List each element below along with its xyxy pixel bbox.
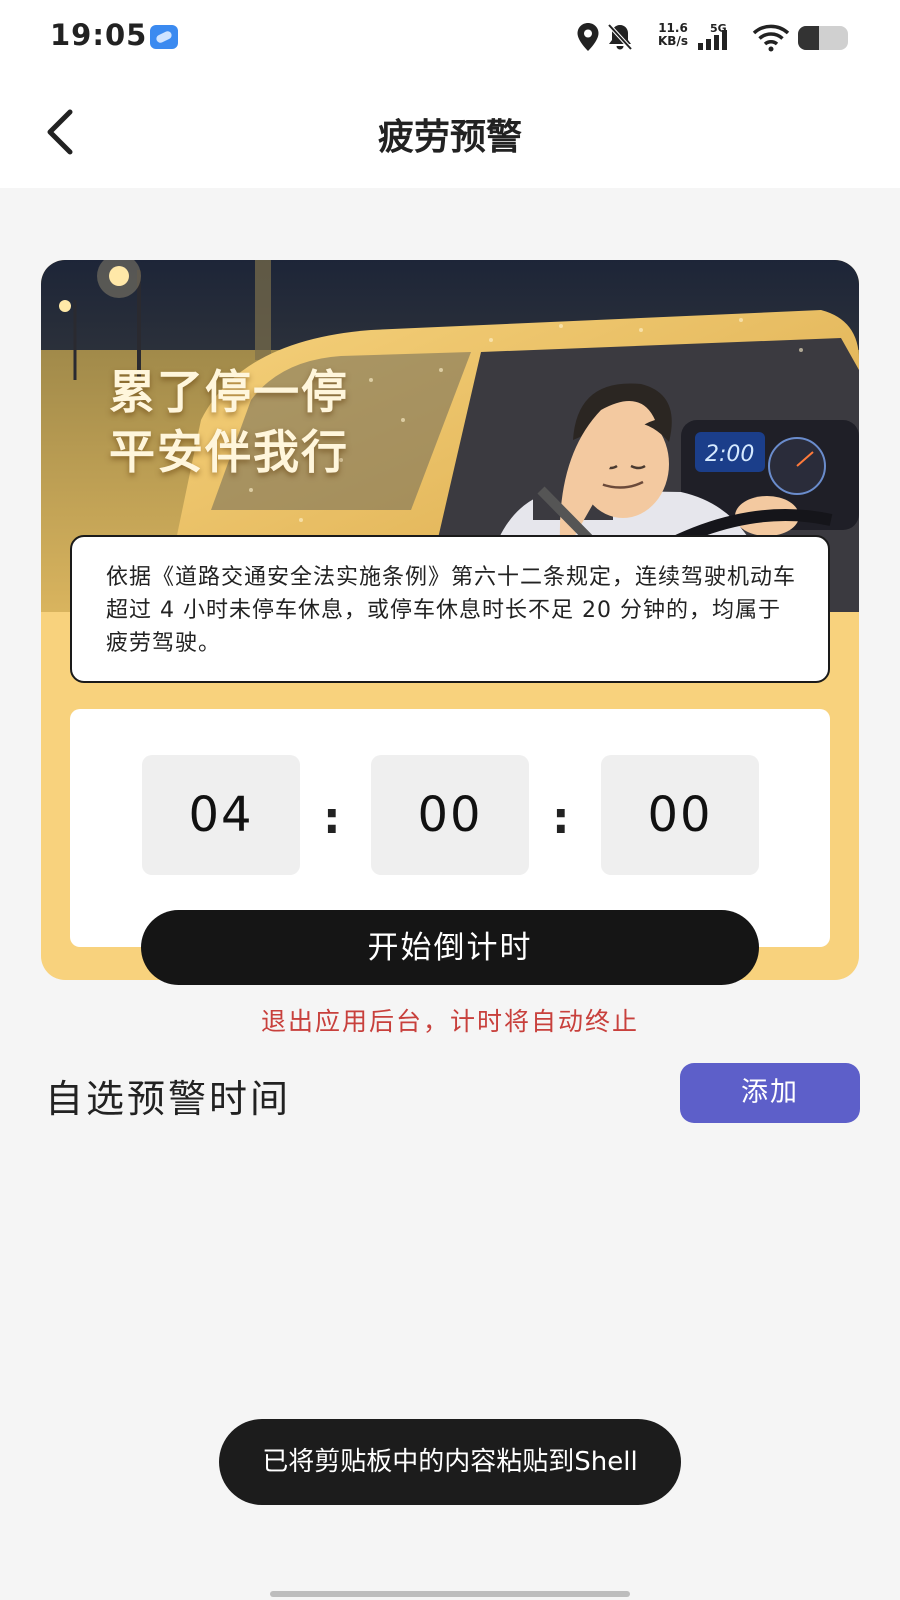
slogan-line-1: 累了停一停 xyxy=(109,365,349,419)
hero-card: 2:00 累了停一停 平安伴我行 依据《道路交通安全法实施条例》第六十二条规定，… xyxy=(41,260,859,980)
battery-level xyxy=(798,26,819,50)
wifi-icon xyxy=(752,24,790,52)
location-icon xyxy=(577,23,599,51)
page-title: 疲劳预警 xyxy=(377,117,522,158)
background-warning: 退出应用后台，计时将自动终止 xyxy=(260,1007,639,1036)
time-separator: : xyxy=(323,793,341,844)
app-notification-icon xyxy=(150,25,178,49)
signal-icon xyxy=(698,30,727,50)
home-indicator[interactable] xyxy=(270,1591,630,1597)
header: 疲劳预警 xyxy=(0,74,900,188)
start-countdown-button[interactable]: 开始倒计时 xyxy=(141,910,759,985)
add-button[interactable]: 添加 xyxy=(680,1063,860,1123)
minutes-display[interactable]: 00 xyxy=(371,755,529,875)
custom-alert-time-title: 自选预警时间 xyxy=(45,1077,292,1121)
time-separator: : xyxy=(552,793,570,844)
battery-icon xyxy=(798,26,848,50)
toast-message: 已将剪贴板中的内容粘贴到Shell xyxy=(219,1419,681,1505)
dashboard-clock: 2:00 xyxy=(705,442,754,467)
law-notice: 依据《道路交通安全法实施条例》第六十二条规定，连续驾驶机动车超过 4 小时未停车… xyxy=(70,535,830,683)
status-time: 19:05 xyxy=(50,18,148,52)
bell-muted-icon xyxy=(607,23,633,51)
network-speed-unit: KB/s xyxy=(658,34,688,48)
slogan-line-2: 平安伴我行 xyxy=(109,425,349,479)
status-bar: 19:05 11.6 KB/s 5G xyxy=(0,0,900,74)
hours-display[interactable]: 04 xyxy=(142,755,300,875)
network-speed: 11.6 KB/s xyxy=(658,22,688,48)
seconds-display[interactable]: 00 xyxy=(601,755,759,875)
